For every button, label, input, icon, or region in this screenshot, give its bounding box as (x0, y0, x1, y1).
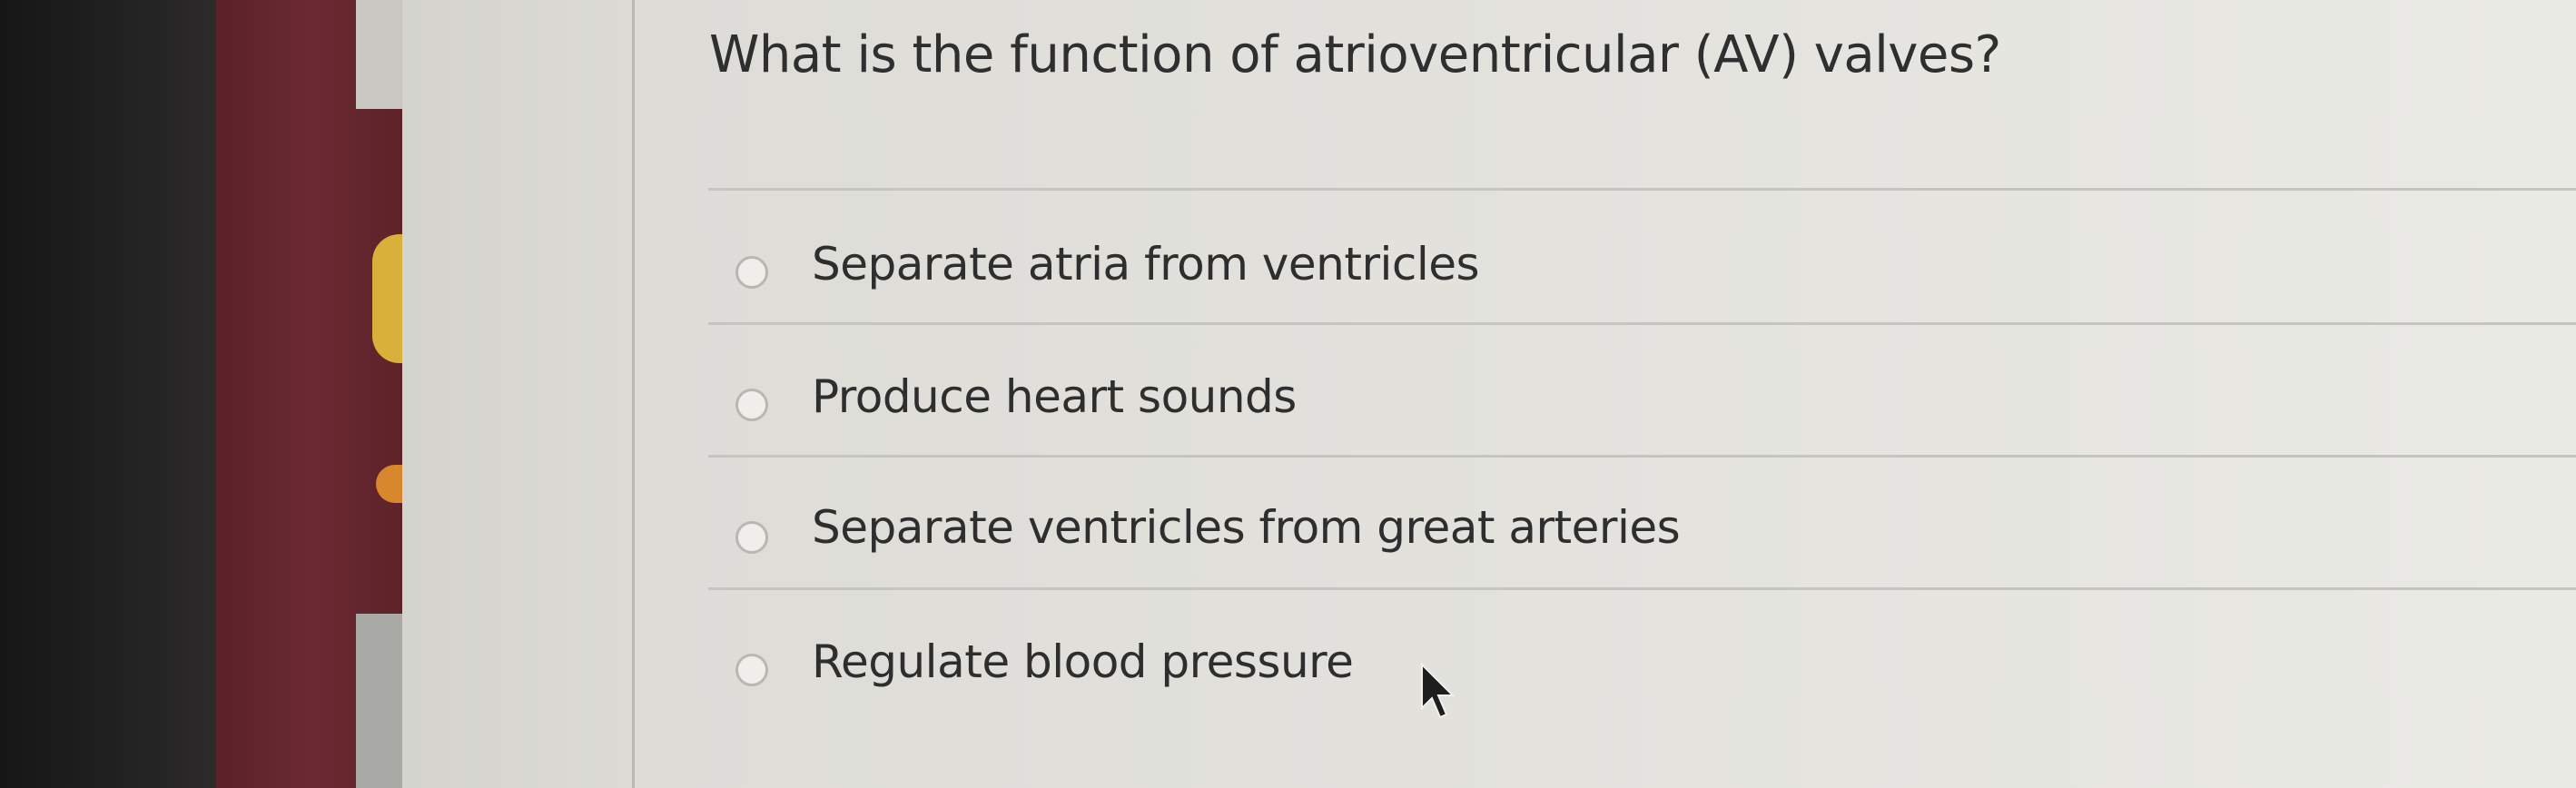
answer-option-label: Separate ventricles from great arteries (812, 501, 1681, 554)
answer-option-label: Regulate blood pressure (812, 635, 1354, 688)
answer-option-label: Separate atria from ventricles (812, 238, 1480, 291)
mouse-cursor-icon (1421, 662, 1456, 719)
yellow-indicator (372, 234, 405, 363)
panel-edge-top (356, 0, 402, 109)
radio-button-icon[interactable] (735, 654, 768, 686)
radio-button-icon[interactable] (735, 521, 768, 554)
answer-option[interactable]: Separate ventricles from great arteries (708, 458, 2576, 585)
radio-button-icon[interactable] (735, 389, 768, 421)
answer-option-label: Produce heart sounds (812, 370, 1297, 423)
radio-button-icon[interactable] (735, 256, 768, 289)
answer-option[interactable]: Produce heart sounds (708, 325, 2576, 452)
monitor-bezel (0, 0, 216, 788)
left-gutter (402, 0, 635, 788)
photographed-screen: What is the function of atrioventricular… (0, 0, 2576, 788)
answer-option[interactable]: Regulate blood pressure (708, 590, 2576, 717)
answer-option[interactable]: Separate atria from ventricles (708, 191, 2576, 318)
question-title: What is the function of atrioventricular… (709, 25, 2001, 84)
